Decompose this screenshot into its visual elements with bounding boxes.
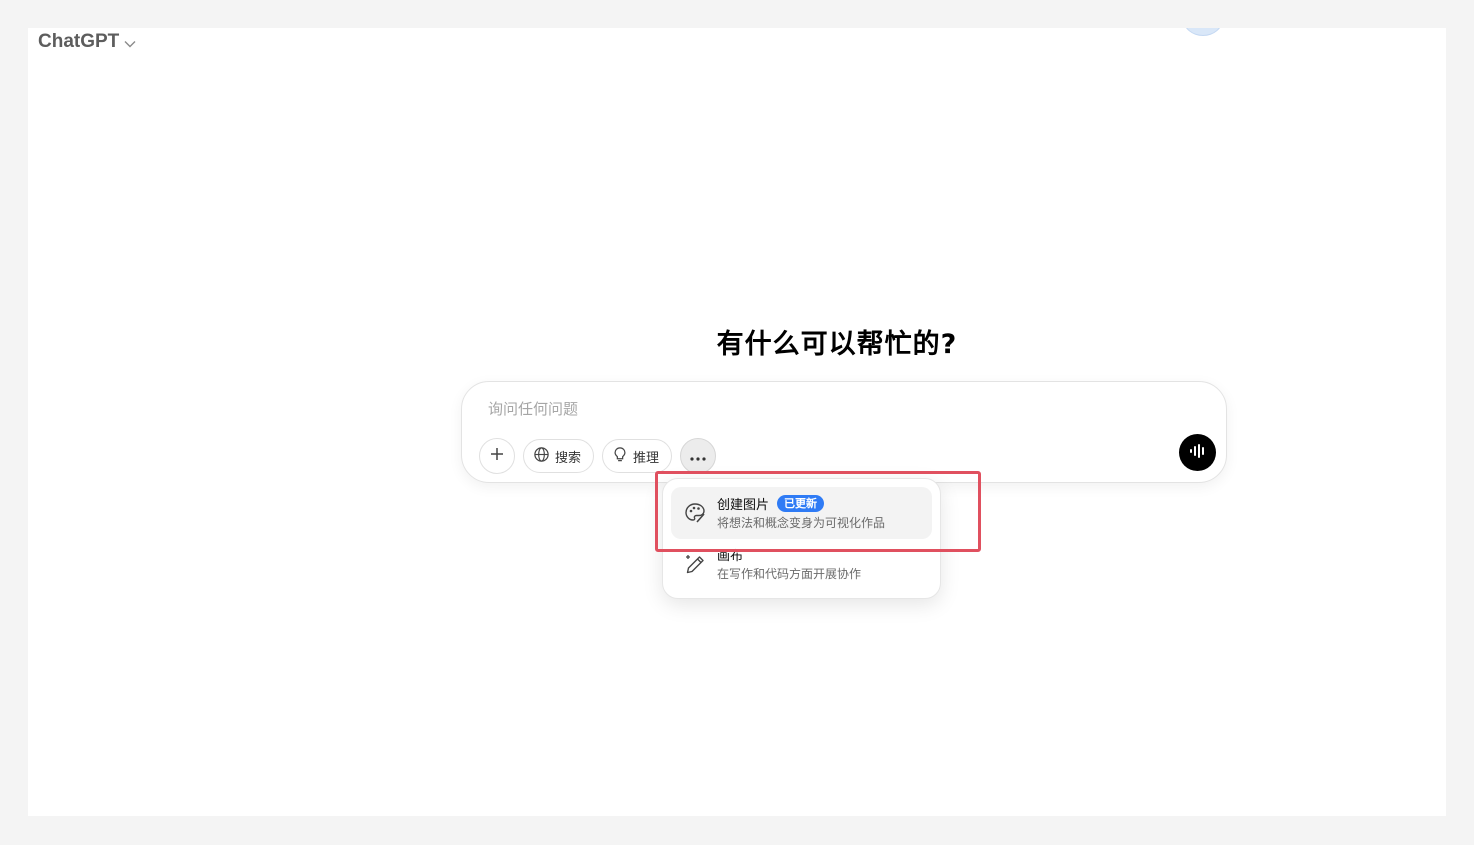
composer-toolbar: 搜索 推理 [479, 438, 717, 474]
updated-badge: 已更新 [777, 495, 825, 512]
menu-item-title-row: 创建图片 已更新 [717, 494, 825, 513]
voice-waveform-icon [1189, 443, 1207, 463]
plus-icon [489, 446, 505, 466]
voice-mode-button[interactable] [1179, 434, 1216, 471]
chevron-down-icon [124, 33, 136, 52]
lightbulb-icon [612, 446, 628, 467]
pen-sparkle-icon [683, 552, 707, 576]
avatar[interactable] [1183, 28, 1223, 36]
composer: 搜索 推理 [461, 381, 1227, 483]
menu-item-description: 将想法和概念变身为可视化作品 [717, 516, 886, 530]
menu-item-title: 创建图片 [717, 498, 770, 513]
search-button-label: 搜索 [555, 450, 582, 466]
chat-window: ChatGPT 有什么可以帮忙的? 搜索 [28, 28, 1446, 816]
reason-button-label: 推理 [633, 450, 660, 466]
menu-item-canvas[interactable]: 画布 在写作和代码方面开展协作 [671, 538, 932, 590]
model-switcher[interactable]: ChatGPT [38, 31, 136, 53]
tools-menu: 创建图片 已更新 将想法和概念变身为可视化作品 画布 在写作和代码方面开展协作 [662, 478, 941, 599]
menu-item-description: 在写作和代码方面开展协作 [717, 567, 862, 581]
attach-button[interactable] [479, 438, 515, 474]
more-horizontal-icon [689, 447, 707, 466]
globe-icon [533, 446, 550, 467]
more-tools-button[interactable] [680, 438, 717, 474]
reason-button[interactable]: 推理 [602, 439, 673, 473]
page-title: 有什么可以帮忙的? [716, 329, 958, 360]
menu-item-title: 画布 [717, 549, 744, 564]
search-button[interactable]: 搜索 [523, 439, 595, 473]
prompt-input[interactable] [488, 398, 1088, 420]
menu-item-title-row: 画布 [717, 545, 743, 564]
menu-item-create-image[interactable]: 创建图片 已更新 将想法和概念变身为可视化作品 [671, 487, 932, 539]
model-name: ChatGPT [38, 31, 120, 52]
palette-icon [683, 501, 707, 525]
